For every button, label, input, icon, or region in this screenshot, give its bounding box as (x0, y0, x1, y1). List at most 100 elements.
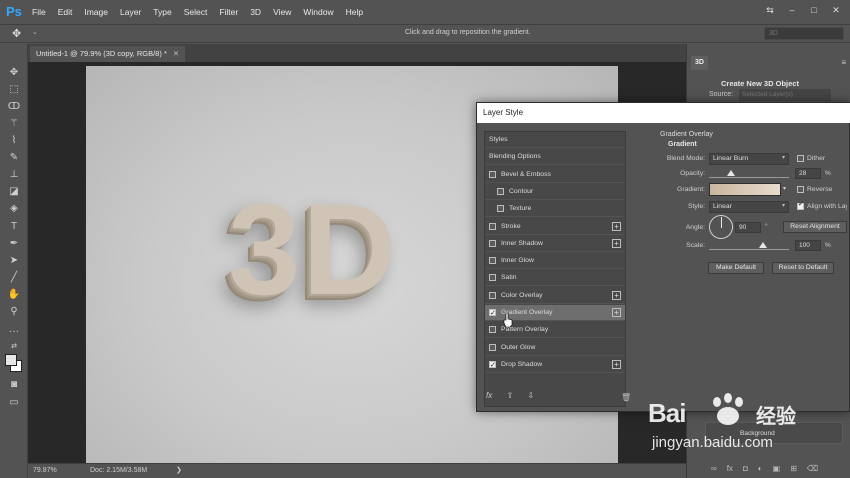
close-tab-icon[interactable]: ✕ (173, 49, 179, 58)
menu-file[interactable]: File (26, 0, 52, 24)
menu-3d[interactable]: 3D (244, 0, 267, 24)
add-effect-icon[interactable]: + (612, 221, 621, 231)
reset-alignment-button[interactable]: Reset Alignment (783, 221, 847, 233)
3d-panel-tab[interactable]: 3D (691, 56, 708, 70)
status-menu-icon[interactable]: ❯ (176, 466, 182, 474)
menu-help[interactable]: Help (340, 0, 369, 24)
close-icon[interactable]: ✕ (828, 5, 844, 16)
source-select[interactable]: Selected Layer(s) (739, 89, 831, 101)
add-effect-icon[interactable]: + (612, 238, 621, 248)
style-checkbox[interactable] (497, 205, 504, 213)
menu-window[interactable]: Window (297, 0, 339, 24)
eyedropper-icon[interactable]: ⌇ (6, 134, 22, 148)
style-row-color-overlay[interactable]: Color Overlay + (485, 288, 625, 304)
align-with-layer-checkbox[interactable] (797, 200, 804, 210)
style-row-blending-options[interactable]: Blending Options (485, 149, 625, 166)
add-effect-icon[interactable]: + (612, 308, 621, 317)
chevron-down-icon[interactable]: ⌄ (32, 28, 38, 36)
menu-image[interactable]: Image (78, 0, 114, 24)
style-row-styles[interactable]: Styles (485, 132, 625, 148)
style-row-bevel-emboss[interactable]: Bevel & Emboss (485, 167, 625, 183)
minimize-icon[interactable]: – (784, 5, 800, 15)
lasso-icon[interactable]: ↀ (6, 100, 22, 114)
style-row-stroke[interactable]: Stroke + (485, 219, 625, 235)
menu-view[interactable]: View (267, 0, 297, 24)
type-icon[interactable]: T (6, 220, 22, 234)
link-icon[interactable]: ∞ (711, 464, 717, 473)
opacity-input[interactable]: 28 (795, 168, 821, 179)
style-checkbox[interactable] (489, 343, 496, 351)
style-row-inner-shadow[interactable]: Inner Shadow + (485, 236, 625, 252)
zoom-level[interactable]: 79.87% (33, 467, 57, 474)
menu-select[interactable]: Select (178, 0, 214, 24)
style-checkbox[interactable] (489, 170, 496, 178)
scale-input[interactable]: 100 (795, 240, 821, 251)
paint-bucket-icon[interactable]: ◈ (6, 202, 22, 216)
style-checkbox[interactable] (489, 326, 496, 334)
style-row-texture[interactable]: Texture (485, 201, 625, 218)
angle-dial[interactable] (709, 215, 733, 239)
quick-mask-icon[interactable]: ◙ (6, 378, 22, 392)
trash-icon[interactable]: ⌫ (807, 464, 818, 473)
move-down-icon[interactable]: ⇩ (527, 391, 534, 400)
style-checkbox[interactable] (489, 239, 496, 247)
move-up-icon[interactable]: ⇧ (506, 391, 513, 400)
fx-icon[interactable]: fx (727, 464, 733, 473)
reverse-checkbox[interactable] (797, 186, 804, 193)
style-row-contour[interactable]: Contour (485, 184, 625, 200)
panel-menu-icon[interactable]: ≡ (841, 58, 846, 67)
add-effect-icon[interactable]: + (612, 290, 621, 300)
zoom-icon[interactable]: ⚲ (6, 305, 22, 319)
make-default-button[interactable]: Make Default (708, 262, 764, 274)
new-layer-icon[interactable]: ⊞ (790, 464, 797, 473)
style-checkbox[interactable] (489, 358, 496, 374)
mask-icon[interactable]: ◘ (743, 464, 748, 473)
hand-icon[interactable]: ✋ (6, 288, 22, 302)
style-checkbox[interactable] (489, 306, 496, 322)
line-icon[interactable]: ╱ (6, 271, 22, 285)
style-select[interactable]: Linear ▾ (709, 201, 789, 213)
foreground-color-swatch[interactable] (5, 354, 17, 366)
document-tab[interactable]: Untitled-1 @ 79.9% (3D copy, RGB/8) * ✕ (30, 46, 186, 62)
folder-icon[interactable]: ▣ (773, 464, 781, 473)
move-icon[interactable]: ✥ (6, 66, 22, 80)
style-checkbox[interactable] (497, 187, 504, 195)
menu-type[interactable]: Type (147, 0, 177, 24)
menu-edit[interactable]: Edit (52, 0, 79, 24)
pen-icon[interactable]: ✒ (6, 237, 22, 251)
3d-mode-select[interactable]: 3D (764, 27, 844, 40)
dither-checkbox[interactable] (797, 155, 804, 162)
style-row-satin[interactable]: Satin (485, 270, 625, 287)
magic-wand-icon[interactable]: ⚚ (6, 117, 22, 131)
opacity-slider-thumb[interactable] (727, 170, 736, 176)
opacity-slider[interactable] (709, 177, 789, 178)
add-effect-icon[interactable]: + (612, 359, 621, 369)
style-row-inner-glow[interactable]: Inner Glow (485, 253, 625, 270)
style-checkbox[interactable] (489, 291, 496, 299)
screen-mode-icon[interactable]: ▭ (6, 396, 22, 410)
menu-filter[interactable]: Filter (213, 0, 244, 24)
gradient-preview[interactable] (709, 183, 781, 196)
menu-layer[interactable]: Layer (114, 0, 147, 24)
reset-to-default-button[interactable]: Reset to Default (772, 262, 834, 274)
style-checkbox[interactable] (489, 274, 496, 282)
move-tool-icon[interactable]: ✥ (12, 27, 21, 40)
eraser-icon[interactable]: ◪ (6, 185, 22, 199)
marquee-icon[interactable]: ⬚ (6, 83, 22, 97)
more-tools-icon[interactable]: ··· (6, 325, 22, 339)
blend-mode-select[interactable]: Linear Burn ▾ (709, 153, 789, 165)
style-row-outer-glow[interactable]: Outer Glow (485, 340, 625, 356)
style-checkbox[interactable] (489, 257, 496, 265)
scale-slider-thumb[interactable] (758, 242, 767, 248)
gradient-dropdown-icon[interactable]: ▾ (783, 185, 786, 192)
swap-colors-icon[interactable]: ⇄ (6, 340, 22, 354)
fx-menu-icon[interactable]: fx (486, 391, 492, 400)
style-checkbox[interactable] (489, 222, 496, 230)
path-select-icon[interactable]: ➤ (6, 254, 22, 268)
scale-slider[interactable] (709, 249, 789, 250)
delete-effect-icon[interactable]: 🗑 (621, 393, 631, 402)
arrange-icon[interactable]: ⇆ (762, 5, 778, 16)
stamp-icon[interactable]: ⊥ (6, 168, 22, 182)
adjustment-icon[interactable]: ◐ (758, 464, 763, 473)
angle-input[interactable]: 90 (735, 222, 761, 233)
